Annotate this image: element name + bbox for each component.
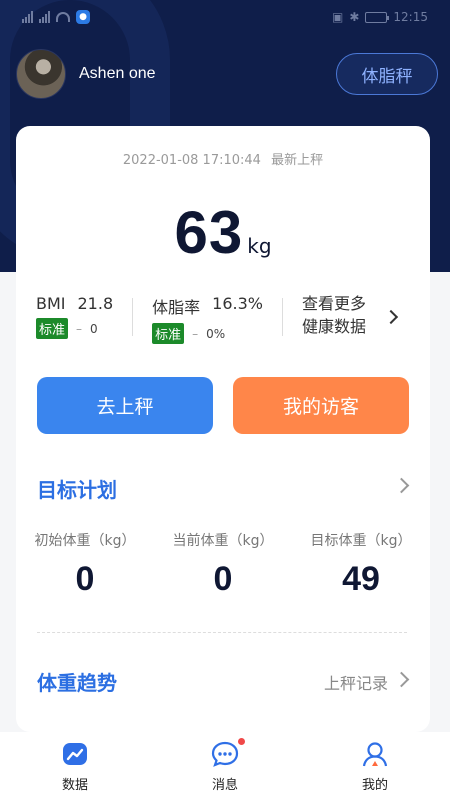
body-fat-label: 体脂率 <box>152 298 201 317</box>
weigh-records-link[interactable]: 上秤记录 <box>324 670 388 694</box>
nfc-icon: ▣ <box>332 10 344 24</box>
tab-label: 消息 <box>211 777 238 793</box>
goal-value: 0 <box>75 560 95 598</box>
bluetooth-icon: ✱ <box>349 10 360 24</box>
signal-icon <box>22 11 33 23</box>
bmi-metric[interactable]: BMI 21.8 标准 – 0 <box>36 294 113 342</box>
weight-trend-title: 体重趋势 <box>37 671 117 695</box>
divider <box>281 298 283 336</box>
goal-label: 当前体重（kg） <box>172 533 274 549</box>
tab-data[interactable]: 数据 <box>0 732 150 800</box>
tab-messages[interactable]: 消息 <box>150 732 300 800</box>
battery-icon <box>365 11 390 23</box>
weight-value: 63 <box>174 199 244 266</box>
body-fat-delta: 0% <box>206 326 226 341</box>
tab-mine[interactable]: 我的 <box>300 732 450 800</box>
avatar[interactable] <box>16 49 66 99</box>
tab-label: 数据 <box>61 777 88 793</box>
body-fat-metric[interactable]: 体脂率 16.3% 标准 – 0% <box>152 294 263 344</box>
initial-weight: 初始体重（kg） 0 <box>16 530 154 599</box>
profile[interactable]: Ashen one <box>16 49 156 99</box>
status-time: 12:15 <box>393 10 428 24</box>
bmi-label: BMI <box>36 294 66 313</box>
bmi-delta: 0 <box>90 321 98 336</box>
goal-label: 目标体重（kg） <box>310 533 412 549</box>
goal-plan-chevron-icon[interactable] <box>393 477 410 494</box>
current-weight: 当前体重（kg） 0 <box>154 530 292 599</box>
weight-card: 2022-01-08 17:10:44 最新上秤 63 kg BMI 21.8 标… <box>16 126 430 732</box>
goal-value: 49 <box>342 560 380 598</box>
status-bar: ● ▣ ✱ 12:15 <box>0 0 450 34</box>
metrics-row: BMI 21.8 标准 – 0 体脂率 16.3% 标准 – 0% 查看更多 健… <box>36 294 420 344</box>
target-weight: 目标体重（kg） 49 <box>292 530 430 599</box>
body-fat-value: 16.3% <box>212 294 263 313</box>
signal-icon-2 <box>39 11 50 23</box>
tab-label: 我的 <box>361 777 388 793</box>
goal-label: 初始体重（kg） <box>34 533 136 549</box>
measurement-time-row: 2022-01-08 17:10:44 最新上秤 <box>16 149 430 168</box>
unread-dot <box>238 737 245 745</box>
chart-icon <box>61 740 89 768</box>
bmi-value: 21.8 <box>77 294 114 313</box>
username: Ashen one <box>79 65 156 82</box>
goal-plan-values: 初始体重（kg） 0 当前体重（kg） 0 目标体重（kg） 49 <box>16 530 430 599</box>
body-fat-dash: – <box>192 326 199 341</box>
profile-icon <box>361 740 389 768</box>
body-fat-scale-button[interactable]: 体脂秤 <box>336 53 438 95</box>
timestamp-note: 最新上秤 <box>271 153 324 168</box>
my-visitors-button[interactable]: 我的访客 <box>233 377 409 434</box>
goal-value: 0 <box>213 560 233 598</box>
divider <box>132 298 134 336</box>
dashed-divider <box>37 632 407 633</box>
bmi-status-badge: 标准 <box>36 318 69 339</box>
go-weigh-button[interactable]: 去上秤 <box>37 377 213 434</box>
weight-display: 63 kg <box>16 198 430 267</box>
measurement-timestamp: 2022-01-08 17:10:44 <box>122 153 261 168</box>
weight-unit: kg <box>247 234 272 258</box>
app-notification-icon: ● <box>76 10 90 24</box>
bottom-tab-bar: 数据 消息 我的 <box>0 732 450 800</box>
body-fat-status-badge: 标准 <box>152 323 185 344</box>
more-health-data-link[interactable]: 查看更多 健康数据 <box>302 294 402 342</box>
goal-plan-title[interactable]: 目标计划 <box>37 474 117 503</box>
message-icon <box>211 737 245 768</box>
wifi-icon <box>56 12 70 22</box>
weigh-records-chevron-icon[interactable] <box>393 671 410 688</box>
bmi-dash: – <box>76 321 83 336</box>
